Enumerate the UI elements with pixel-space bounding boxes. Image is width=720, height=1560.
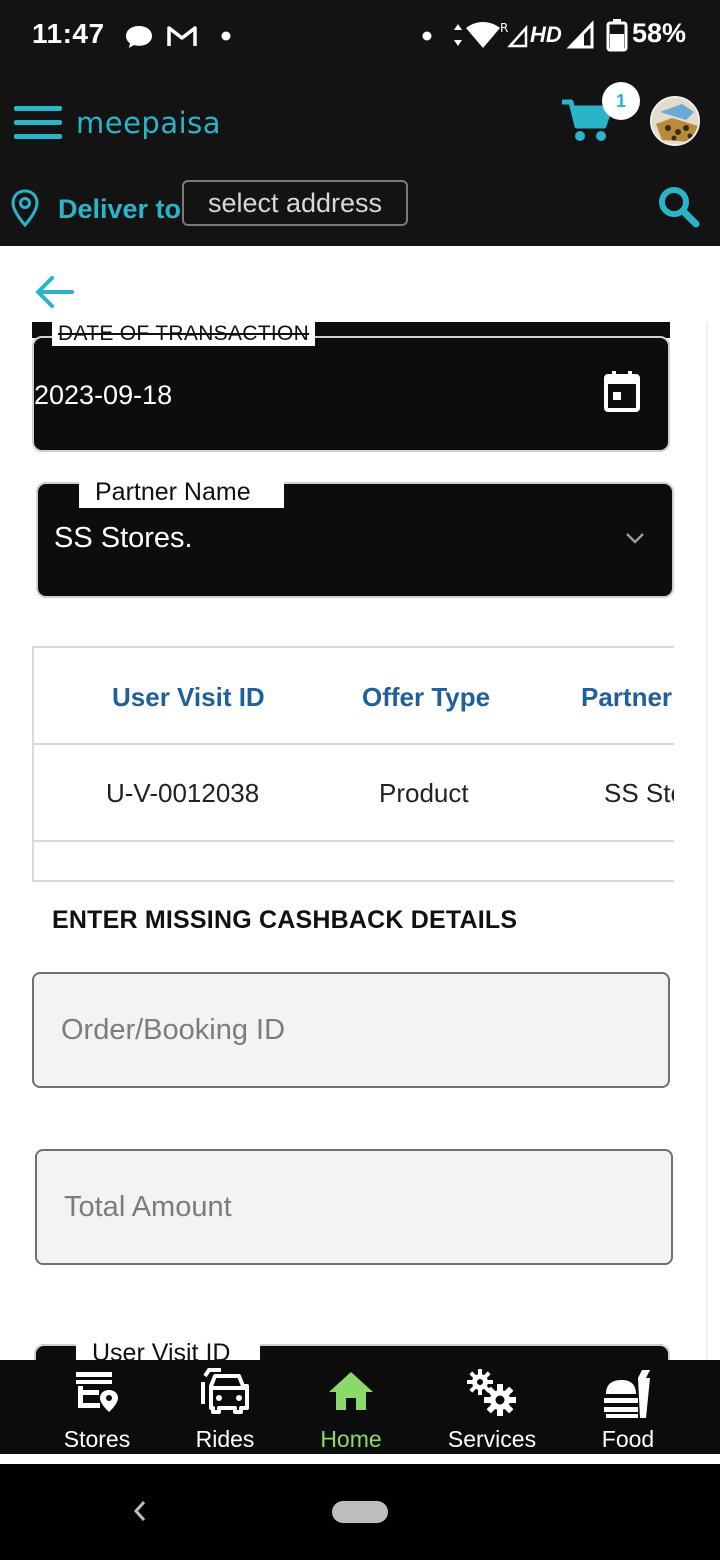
table-header-offer-type: Offer Type <box>362 682 491 712</box>
avatar-image <box>652 98 698 144</box>
signal-icon <box>566 20 594 49</box>
bottom-nav: Stores Rides Home Services Food <box>0 1360 720 1454</box>
dot-icon <box>422 31 432 41</box>
table-divider <box>34 743 674 745</box>
nav-label: Rides <box>195 1426 255 1452</box>
location-pin-icon <box>11 189 39 228</box>
cart-count-badge: 1 <box>602 82 640 120</box>
nav-spacer <box>0 1454 720 1464</box>
menu-bar <box>14 134 62 139</box>
scroll-track <box>706 322 708 1362</box>
nav-label: Home <box>320 1426 382 1452</box>
nav-food[interactable]: Food <box>574 1360 682 1454</box>
food-icon <box>604 1370 650 1418</box>
total-amount-input[interactable]: Total Amount <box>35 1149 673 1265</box>
menu-bar <box>14 120 62 125</box>
brand-logo[interactable]: meepaisa <box>76 106 221 140</box>
order-booking-id-input[interactable]: Order/Booking ID <box>32 972 670 1088</box>
system-home-pill[interactable] <box>332 1501 388 1523</box>
car-icon <box>201 1368 249 1414</box>
deliver-to-label: Deliver to <box>58 194 182 224</box>
back-arrow-icon[interactable] <box>32 272 76 312</box>
gmail-icon <box>167 26 197 46</box>
status-time: 11:47 <box>32 18 105 49</box>
nav-label: Services <box>447 1426 537 1452</box>
avatar[interactable] <box>650 96 700 146</box>
partner-name-value: SS Stores. <box>54 522 193 554</box>
store-icon <box>76 1372 118 1412</box>
nav-rides[interactable]: Rides <box>170 1360 280 1454</box>
battery-icon <box>606 19 628 52</box>
nav-stores[interactable]: Stores <box>42 1360 152 1454</box>
system-back-icon[interactable] <box>130 1496 150 1526</box>
date-value: 2023-09-18 <box>34 380 173 410</box>
chevron-down-icon[interactable] <box>624 530 646 546</box>
app-header: meepaisa 1 Deliver to select address <box>0 72 720 246</box>
nav-label: Stores <box>63 1426 131 1452</box>
table-header-user-visit-id: User Visit ID <box>112 682 265 712</box>
table-cell-user-visit-id: U-V-0012038 <box>106 778 260 808</box>
table-header-partner: Partner <box>581 682 673 712</box>
table-cell-partner: SS Sto <box>604 778 674 808</box>
date-field-label: DATE OF TRANSACTION <box>52 322 316 346</box>
section-title: ENTER MISSING CASHBACK DETAILS <box>52 906 518 934</box>
wifi-icon: R <box>454 21 528 48</box>
menu-button[interactable] <box>14 106 62 142</box>
visit-table: User Visit ID Offer Type Partner U-V-001… <box>32 646 674 882</box>
nav-home[interactable]: Home <box>296 1360 406 1454</box>
network-type: HD <box>530 22 562 47</box>
chat-icon <box>126 26 152 48</box>
menu-bar <box>14 106 62 111</box>
search-icon[interactable] <box>656 184 700 228</box>
battery-level: 58% <box>631 18 686 48</box>
gears-icon <box>467 1369 516 1416</box>
svg-text:R: R <box>500 21 508 35</box>
partner-name-label: Partner Name <box>79 476 284 508</box>
calendar-icon[interactable] <box>602 370 642 414</box>
table-cell-offer-type: Product <box>379 778 469 808</box>
status-bar: 11:47 R HD 58% <box>0 0 720 72</box>
dot-icon <box>221 31 231 41</box>
nav-label: Food <box>601 1426 655 1452</box>
select-address-button[interactable]: select address <box>182 180 408 226</box>
table-divider <box>34 840 674 842</box>
nav-services[interactable]: Services <box>436 1360 548 1454</box>
home-icon <box>329 1372 373 1410</box>
